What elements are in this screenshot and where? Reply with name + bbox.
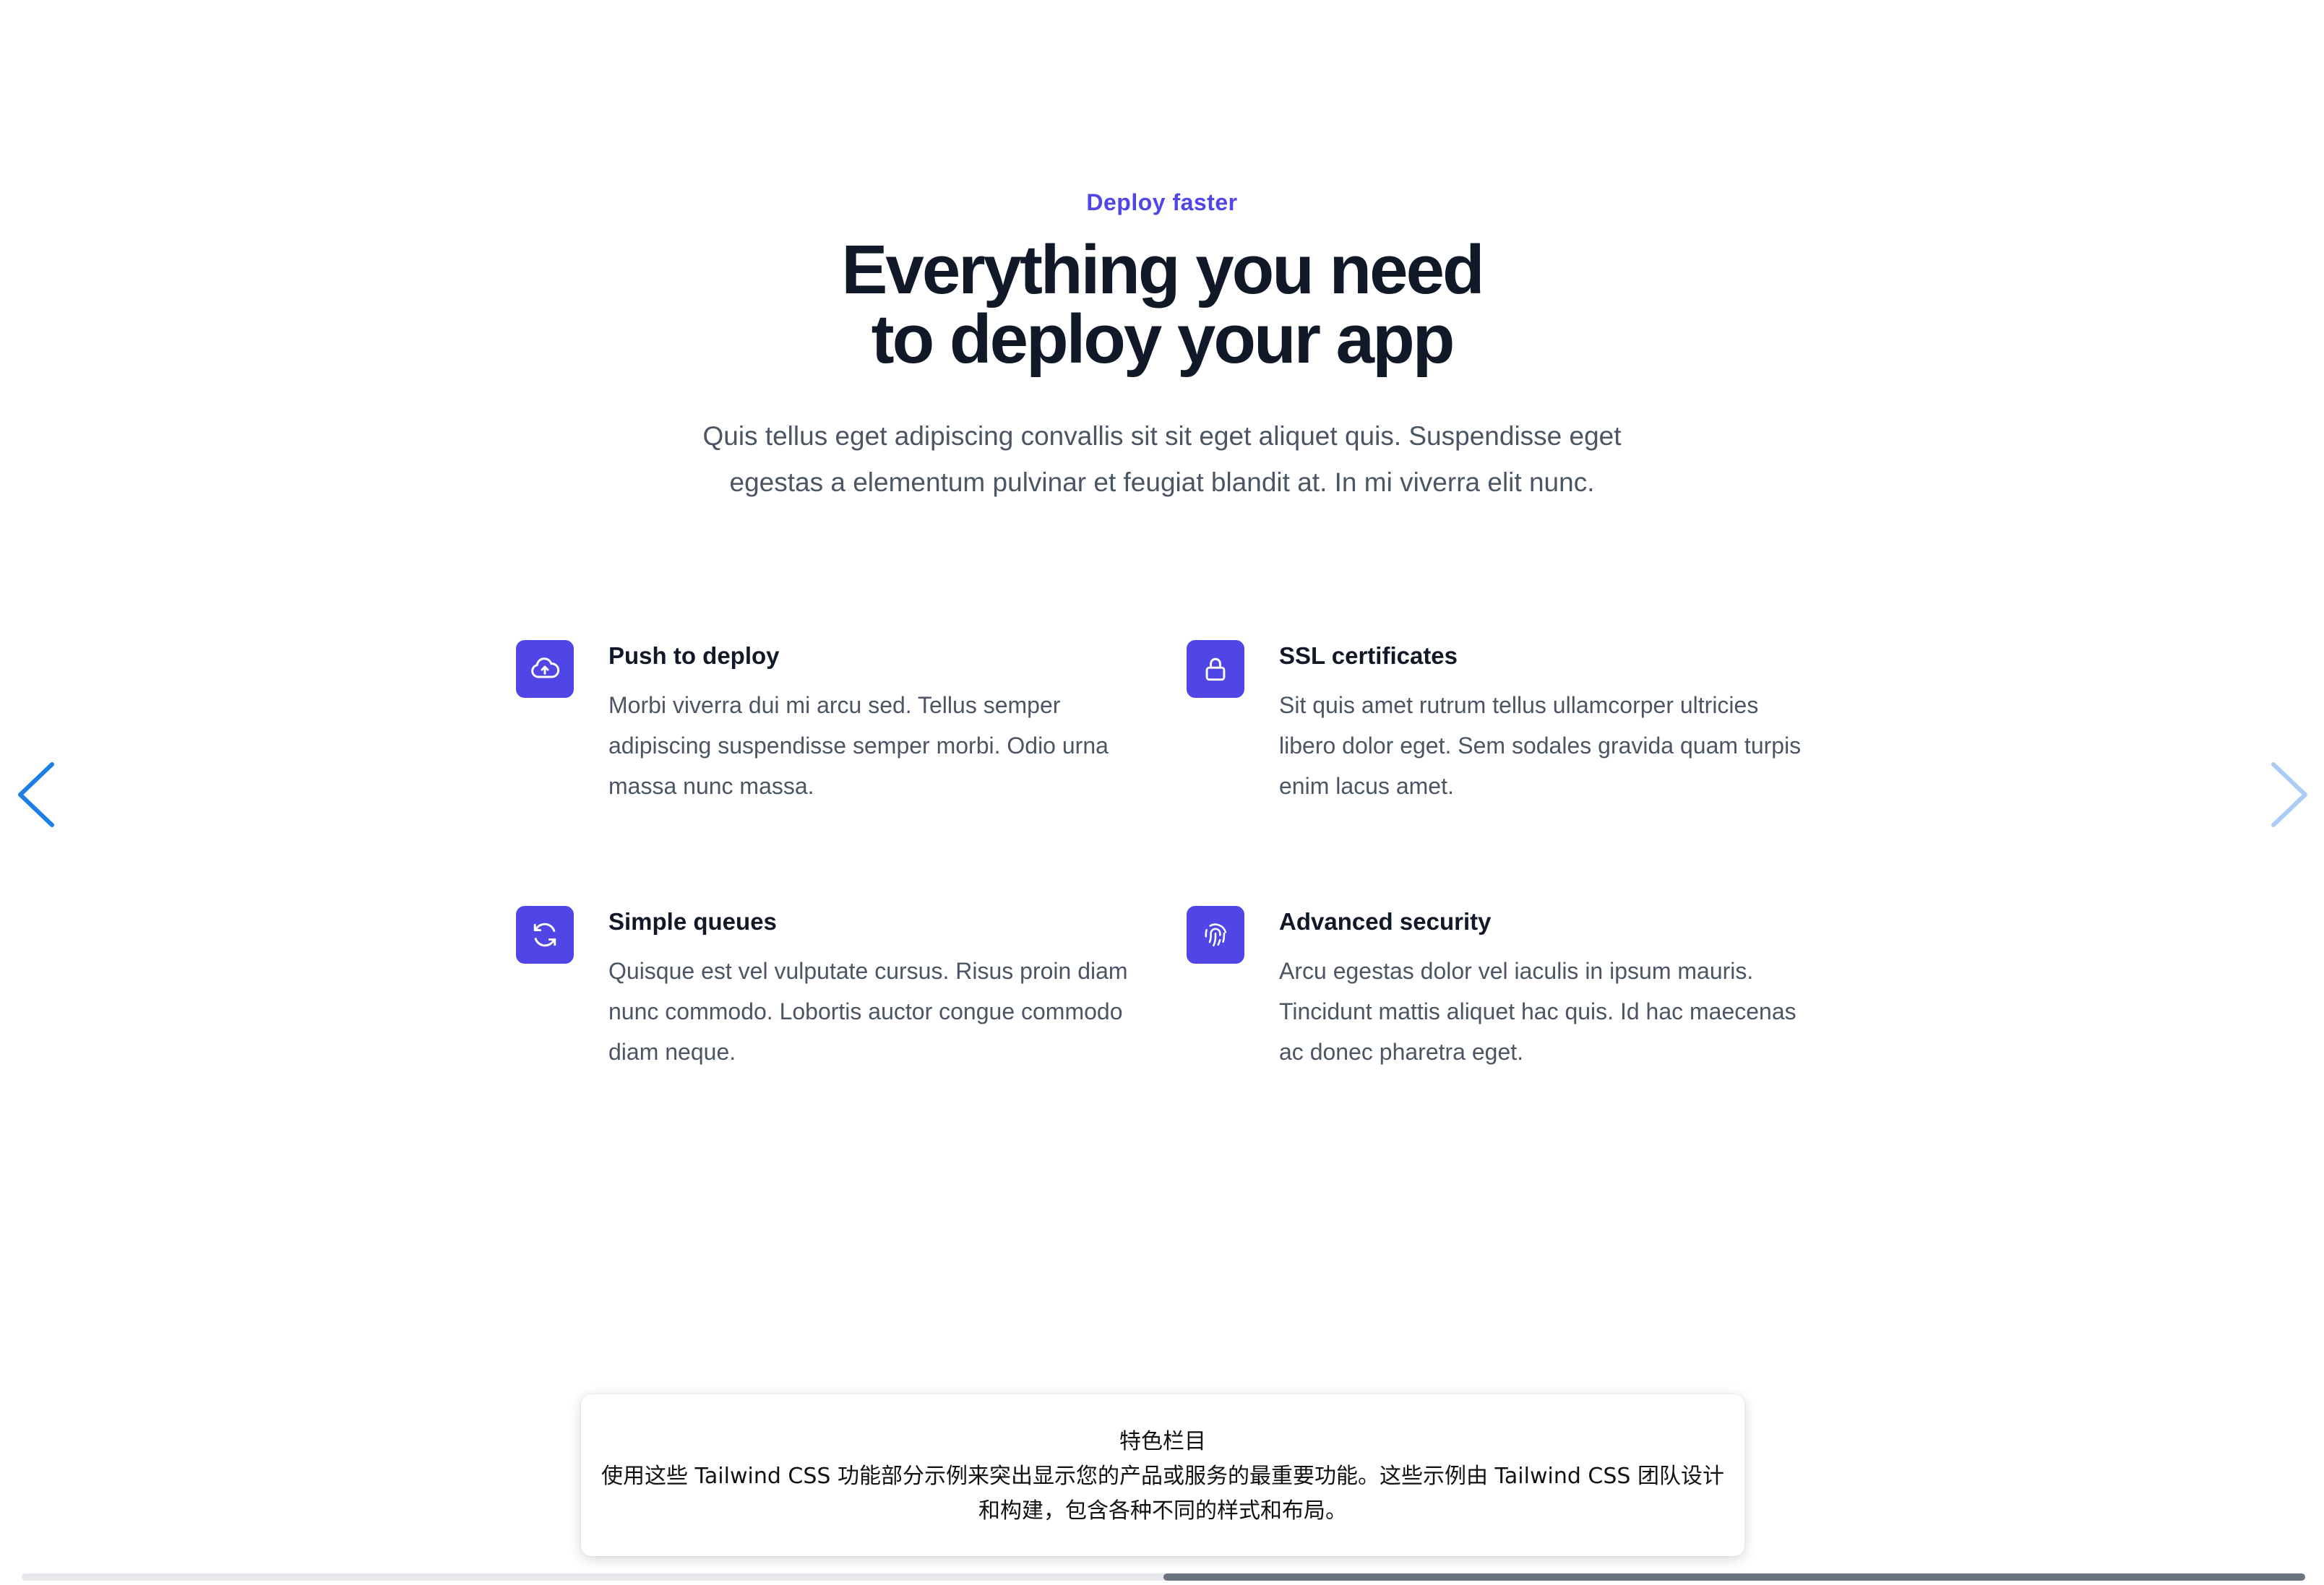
caption-box: 特色栏目 使用这些 Tailwind CSS 功能部分示例来突出显示您的产品或服… (581, 1394, 1744, 1556)
horizontal-scrollbar[interactable] (22, 1573, 2305, 1581)
feature-title: Push to deploy (608, 642, 780, 669)
lead-paragraph: Quis tellus eget adipiscing convallis si… (700, 413, 1624, 506)
feature-title: Advanced security (1279, 908, 1492, 935)
hero-section: Deploy faster Everything you need to dep… (0, 188, 2324, 506)
page-title: Everything you need to deploy your app (0, 236, 2324, 374)
feature-description: Sit quis amet rutrum tellus ullamcorper … (1279, 692, 1802, 799)
carousel-next-button[interactable] (2265, 759, 2315, 831)
caption-body: 使用这些 Tailwind CSS 功能部分示例来突出显示您的产品或服务的最重要… (601, 1464, 1724, 1524)
cloud-arrow-up-icon (516, 640, 574, 698)
refresh-icon (516, 906, 574, 964)
page: Deploy faster Everything you need to dep… (0, 0, 2324, 1585)
feature-advanced-security: Advanced security Arcu egestas dolor vel… (1187, 906, 1808, 1072)
page-title-line-1: Everything you need (841, 231, 1484, 308)
feature-simple-queues: Simple queues Quisque est vel vulputate … (516, 906, 1137, 1072)
feature-description: Quisque est vel vulputate cursus. Risus … (608, 958, 1128, 1065)
feature-push-to-deploy: Push to deploy Morbi viverra dui mi arcu… (516, 640, 1137, 806)
scrollbar-thumb[interactable] (1163, 1573, 2305, 1581)
feature-description: Arcu egestas dolor vel iaculis in ipsum … (1279, 958, 1796, 1065)
chevron-left-icon (18, 762, 54, 827)
fingerprint-icon (1187, 906, 1244, 964)
lock-icon (1187, 640, 1244, 698)
caption-title: 特色栏目 (1119, 1429, 1206, 1454)
feature-title: SSL certificates (1279, 642, 1458, 669)
feature-ssl-certificates: SSL certificates Sit quis amet rutrum te… (1187, 640, 1808, 806)
lead-line-1: Quis tellus eget adipiscing convallis si… (702, 421, 1622, 451)
carousel-prev-button[interactable] (10, 759, 61, 831)
eyebrow-label: Deploy faster (1086, 189, 1238, 215)
lead-line-2: egestas a elementum pulvinar et feugiat … (729, 467, 1595, 497)
feature-title: Simple queues (608, 908, 777, 935)
chevron-right-icon (2271, 762, 2307, 827)
feature-description: Morbi viverra dui mi arcu sed. Tellus se… (608, 692, 1109, 799)
feature-grid: Push to deploy Morbi viverra dui mi arcu… (516, 640, 1817, 1088)
page-title-line-2: to deploy your app (871, 301, 1455, 378)
